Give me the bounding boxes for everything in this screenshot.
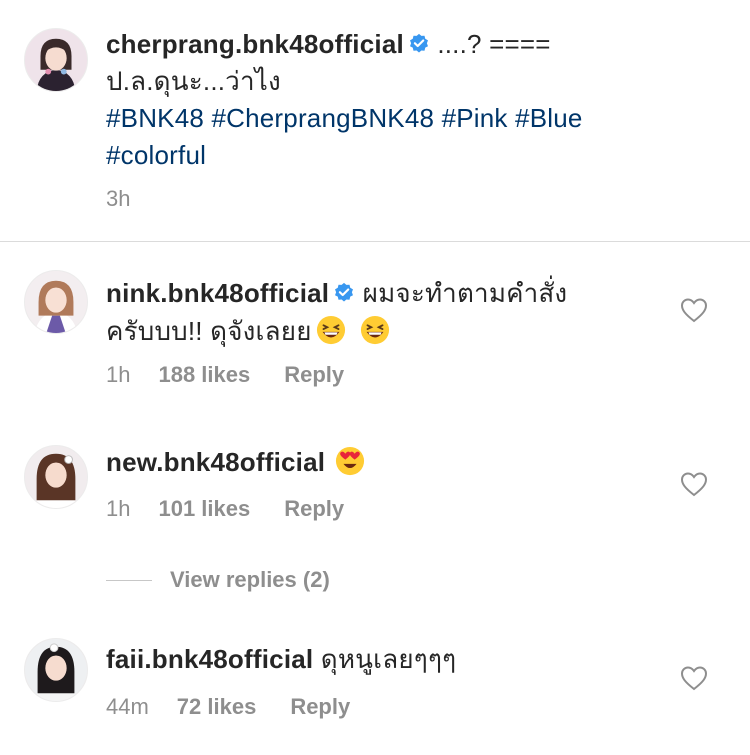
grinning-squinting-face-icon: [360, 315, 389, 345]
avatar-cherprang[interactable]: [24, 28, 88, 92]
heart-icon[interactable]: [680, 665, 708, 691]
post-text-line1: ....? ====: [429, 29, 551, 59]
post-username[interactable]: cherprang.bnk48official: [106, 29, 404, 59]
comment-text-line2: ครับบบ!! ดุจังเลยย: [106, 316, 312, 346]
post-hashtags-line2[interactable]: #colorful: [106, 140, 206, 170]
post-time: 3h: [106, 186, 131, 211]
reply-button[interactable]: Reply: [290, 694, 350, 720]
likes-count[interactable]: 101 likes: [158, 496, 250, 522]
heart-eyes-face-icon: [336, 446, 365, 476]
comment-text: faii.bnk48official ดุหนูเลยๆๆๆ: [106, 640, 666, 678]
verified-badge-icon: [335, 282, 354, 302]
avatar-new[interactable]: [24, 445, 88, 509]
reply-button[interactable]: Reply: [284, 362, 344, 388]
post-text-line2: ป.ล.ดุนะ...ว่าไง: [106, 66, 281, 96]
divider: [0, 241, 750, 242]
heart-icon[interactable]: [680, 471, 708, 497]
avatar-faii[interactable]: [24, 638, 88, 702]
comment-username[interactable]: nink.bnk48official: [106, 278, 329, 308]
comment-meta: 1h 101 likes Reply: [106, 496, 344, 522]
comment-text-line1: ผมจะทำตามคำสั่ง: [355, 278, 568, 308]
likes-count[interactable]: 188 likes: [158, 362, 250, 388]
grinning-squinting-face-icon: [316, 315, 345, 345]
comment-meta: 44m 72 likes Reply: [106, 694, 350, 720]
comment-username[interactable]: faii.bnk48official: [106, 644, 313, 674]
heart-icon[interactable]: [680, 297, 708, 323]
verified-badge-icon: [409, 33, 428, 53]
post-caption: cherprang.bnk48official ....? ==== ป.ล.ด…: [106, 26, 726, 174]
comment-text: new.bnk48official: [106, 443, 666, 481]
comment-text: nink.bnk48official ผมจะทำตามคำสั่ง ครับบ…: [106, 274, 666, 350]
comment-time: 1h: [106, 362, 131, 387]
view-replies-button[interactable]: View replies (2): [106, 567, 330, 593]
comments-page: cherprang.bnk48official ....? ==== ป.ล.ด…: [0, 0, 750, 755]
comment-time: 1h: [106, 496, 131, 521]
comment-username[interactable]: new.bnk48official: [106, 447, 325, 477]
likes-count[interactable]: 72 likes: [177, 694, 257, 720]
view-replies-label: View replies (2): [170, 567, 330, 592]
reply-button[interactable]: Reply: [284, 496, 344, 522]
comment-time: 44m: [106, 694, 149, 719]
comment-meta: 1h 188 likes Reply: [106, 362, 344, 388]
replies-divider-line: [106, 579, 152, 581]
avatar-nink[interactable]: [24, 270, 88, 334]
post-hashtags-line1[interactable]: #BNK48 #CherprangBNK48 #Pink #Blue: [106, 103, 583, 133]
comment-text-body: ดุหนูเลยๆๆๆ: [313, 644, 457, 674]
